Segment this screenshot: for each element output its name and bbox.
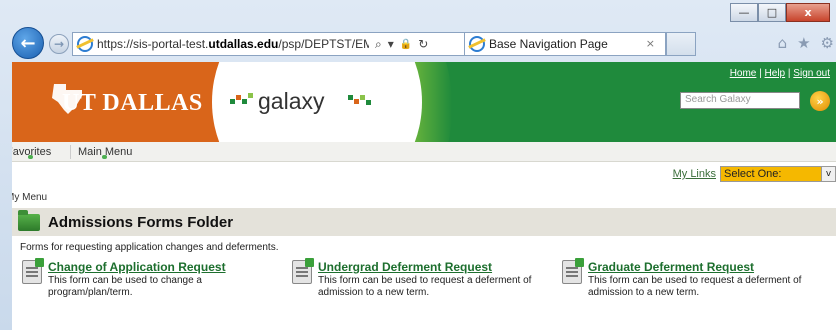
- tab-title: Base Navigation Page: [489, 37, 608, 51]
- document-icon: [562, 258, 584, 284]
- toolbar-icons: ⌂ ★ ⚙: [778, 34, 834, 52]
- ie-page-icon: [77, 36, 93, 52]
- my-links-link[interactable]: My Links: [673, 168, 716, 180]
- address-bar[interactable]: https://sis-portal-test.utdallas.edu/psp…: [72, 32, 472, 56]
- folder-icon: [18, 210, 40, 231]
- my-links-select[interactable]: Select One: v: [720, 166, 836, 182]
- gear-icon[interactable]: ⚙: [821, 34, 834, 52]
- menu-divider: [70, 145, 71, 159]
- document-icon: [22, 258, 44, 284]
- refresh-icon[interactable]: ↻: [418, 37, 428, 51]
- menu-bar: Favorites Main Menu: [12, 142, 836, 162]
- help-link[interactable]: Help: [765, 68, 786, 79]
- document-icon: [292, 258, 314, 284]
- folder-header: Admissions Forms Folder: [12, 208, 836, 236]
- link-separator: |: [759, 68, 762, 79]
- search-go-button[interactable]: »: [810, 91, 830, 111]
- maximize-button[interactable]: □: [758, 3, 786, 22]
- select-value: Select One:: [724, 168, 782, 180]
- search-icon[interactable]: ⌕: [375, 37, 382, 52]
- search-input[interactable]: Search Galaxy: [680, 92, 800, 109]
- favorites-star-icon[interactable]: ★: [797, 34, 810, 52]
- chevron-down-icon: [102, 155, 107, 159]
- undergrad-deferment-link[interactable]: Undergrad Deferment Request: [318, 260, 492, 274]
- chevron-down-icon: [28, 155, 33, 159]
- chevron-down-icon[interactable]: ▾: [388, 37, 394, 51]
- tab-main-menu[interactable]: Main Menu: [78, 146, 132, 159]
- new-tab-button[interactable]: [666, 32, 696, 56]
- graduate-deferment-link[interactable]: Graduate Deferment Request: [588, 260, 754, 274]
- web-page: UT DALLAS galaxy Home | Help | Sign out: [12, 62, 836, 330]
- sign-out-link[interactable]: Sign out: [793, 68, 830, 79]
- close-window-button[interactable]: x: [786, 3, 830, 22]
- site-banner: UT DALLAS galaxy Home | Help | Sign out: [12, 62, 836, 142]
- link-separator: |: [787, 68, 791, 79]
- tab-favorites[interactable]: Favorites: [12, 146, 51, 159]
- window-controls: — □ x: [730, 3, 830, 23]
- forward-button[interactable]: →: [49, 34, 69, 54]
- home-icon[interactable]: ⌂: [778, 34, 788, 52]
- back-button[interactable]: ←: [12, 27, 44, 59]
- item-description: This form can be used to request a defer…: [318, 275, 532, 298]
- close-tab-icon[interactable]: ×: [646, 37, 655, 50]
- item-description: This form can be used to request a defer…: [588, 275, 802, 298]
- page-title: Admissions Forms Folder: [48, 214, 234, 231]
- chevron-down-icon[interactable]: v: [821, 167, 835, 181]
- header-links: Home | Help | Sign out: [730, 68, 830, 79]
- lock-icon[interactable]: 🔒: [400, 39, 412, 50]
- url-text[interactable]: https://sis-portal-test.utdallas.edu/psp…: [97, 37, 369, 51]
- browser-toolbar: ← → https://sis-portal-test.utdallas.edu…: [12, 26, 834, 62]
- browser-window: — □ x ← → https://sis-portal-test.utdall…: [0, 0, 836, 330]
- change-of-application-link[interactable]: Change of Application Request: [48, 260, 226, 274]
- item-description: This form can be used to change a progra…: [48, 275, 202, 298]
- browser-tab[interactable]: Base Navigation Page ×: [464, 32, 666, 56]
- galaxy-app-name: galaxy: [258, 88, 325, 114]
- home-link[interactable]: Home: [730, 68, 757, 79]
- folder-description: Forms for requesting application changes…: [20, 242, 279, 253]
- ut-dallas-logo[interactable]: UT DALLAS: [62, 90, 203, 117]
- minimize-button[interactable]: —: [730, 3, 758, 22]
- ie-tab-icon: [469, 36, 485, 52]
- breadcrumb: My Menu: [12, 192, 48, 203]
